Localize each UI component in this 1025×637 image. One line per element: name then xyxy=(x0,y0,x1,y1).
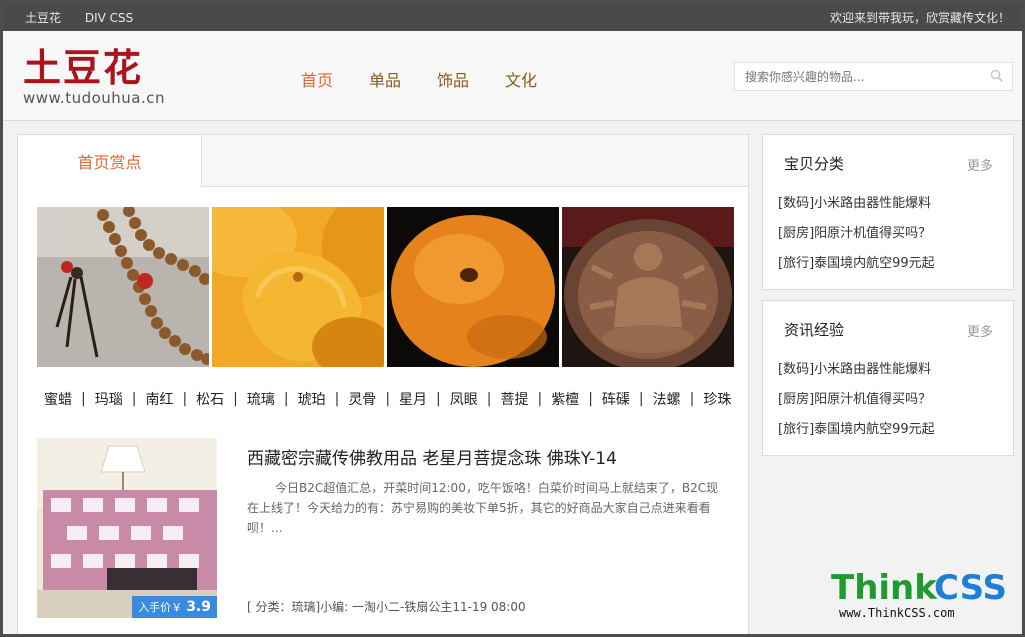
list-item[interactable]: [数码]小米路由器性能爆料 xyxy=(778,355,1013,385)
category-box-title: 宝贝分类 xyxy=(784,155,845,173)
tag-item[interactable]: 南红 xyxy=(145,389,173,409)
news-box-header: 资讯经验 更多 xyxy=(763,301,1013,355)
tag-item[interactable]: 菩提 xyxy=(500,389,528,409)
list-item[interactable]: [数码]小米路由器性能爆料 xyxy=(778,189,1013,219)
news-more-link[interactable]: 更多 xyxy=(967,321,993,340)
main-nav: 首页 单品 饰品 文化 xyxy=(301,67,573,91)
tag-item[interactable]: 蜜蜡 xyxy=(44,389,72,409)
top-links: 土豆花 DIV CSS xyxy=(25,9,153,26)
tag-item[interactable]: 玛瑙 xyxy=(95,389,123,409)
nav-item-culture[interactable]: 文化 xyxy=(505,67,537,91)
orange-bead-image[interactable] xyxy=(387,207,559,367)
tag-item[interactable]: 松石 xyxy=(196,389,224,409)
tag-item[interactable]: 砗磲 xyxy=(602,389,630,409)
tag-separator: | xyxy=(436,391,441,407)
logo-title: 土豆花 xyxy=(23,45,144,90)
nav-item-accessories[interactable]: 饰品 xyxy=(437,67,469,91)
tag-item[interactable]: 珍珠 xyxy=(703,389,731,409)
search-icon[interactable] xyxy=(990,69,1004,83)
header: 土豆花 www.tudouhua.cn 首页 单品 饰品 文化 xyxy=(3,31,1022,121)
nav-item-home[interactable]: 首页 xyxy=(301,67,333,91)
tab-home-highlights[interactable]: 首页赏点 xyxy=(18,135,202,188)
tag-separator: | xyxy=(233,391,238,407)
list-item[interactable]: [厨房]阳原汁机值得买吗？ xyxy=(778,219,1013,249)
list-item[interactable]: [厨房]阳原汁机值得买吗？ xyxy=(778,385,1013,415)
tag-separator: | xyxy=(131,391,137,407)
tag-separator: | xyxy=(283,391,289,407)
logo-url: www.tudouhua.cn xyxy=(23,89,166,107)
tag-item[interactable]: 灵骨 xyxy=(348,389,376,409)
watermark-css: CSS xyxy=(934,568,1007,608)
search-box xyxy=(734,62,1013,91)
tag-separator: | xyxy=(81,391,86,407)
tag-item[interactable]: 琥珀 xyxy=(298,389,326,409)
tag-separator: | xyxy=(334,391,340,407)
article-title[interactable]: 西藏密宗藏传佛教用品 老星月菩提念珠 佛珠Y-14 xyxy=(247,444,617,469)
tag-item[interactable]: 紫檀 xyxy=(551,389,579,409)
tag-separator: | xyxy=(588,391,593,407)
watermark-url: www.ThinkCSS.com xyxy=(839,606,955,620)
thinkcss-watermark-logo: Think CSS www.ThinkCSS.com xyxy=(831,568,1007,620)
news-box: 资讯经验 更多 [数码]小米路由器性能爆料 [厨房]阳原汁机值得买吗？ [旅行]… xyxy=(762,300,1014,456)
price-badge: 入手价￥ 3.9 xyxy=(132,596,217,618)
welcome-text: 欢迎来到带我玩，欣赏藏传文化！ xyxy=(829,10,1010,25)
image-gallery xyxy=(37,207,734,367)
tag-separator: | xyxy=(486,391,492,407)
page-frame: 土豆花 DIV CSS 欢迎来到带我玩，欣赏藏传文化！ 土豆花 www.tudo… xyxy=(0,0,1025,637)
tag-separator: | xyxy=(638,391,644,407)
site-logo[interactable]: 土豆花 www.tudouhua.cn xyxy=(23,45,166,108)
watermark-think: Think xyxy=(831,568,938,608)
article-thumbnail[interactable]: 入手价￥ 3.9 xyxy=(37,438,217,618)
main-panel: 首页赏点 蜜蜡 | 玛瑙 | 南红 | 松石 | 琉璃 | 琥珀 | 灵骨 | … xyxy=(17,134,749,634)
tag-list: 蜜蜡 | 玛瑙 | 南红 | 松石 | 琉璃 | 琥珀 | 灵骨 | 星月 | 凤眼 | 菩提 | … xyxy=(44,389,731,409)
article-meta: [ 分类：琉璃]小编: 一淘小二-铁扇公主11-19 08:00 xyxy=(247,600,526,614)
tag-item[interactable]: 星月 xyxy=(399,389,427,409)
top-bar: 土豆花 DIV CSS 欢迎来到带我玩，欣赏藏传文化！ xyxy=(3,3,1022,31)
top-link-home[interactable]: 土豆花 xyxy=(25,11,61,25)
tag-separator: | xyxy=(537,391,543,407)
article-item: 入手价￥ 3.9 西藏密宗藏传佛教用品 老星月菩提念珠 佛珠Y-14 今日B2C超… xyxy=(37,438,737,618)
list-item[interactable]: [旅行]泰国境内航空99元起 xyxy=(778,249,1013,279)
nav-item-products[interactable]: 单品 xyxy=(369,67,401,91)
beads-mala-image[interactable] xyxy=(37,207,209,367)
category-box-header: 宝贝分类 更多 xyxy=(763,135,1013,189)
tag-separator: | xyxy=(385,391,391,407)
buddha-carving-image[interactable] xyxy=(562,207,734,367)
top-link-divcss[interactable]: DIV CSS xyxy=(85,11,133,25)
tag-separator: | xyxy=(689,391,695,407)
category-list: [数码]小米路由器性能爆料 [厨房]阳原汁机值得买吗？ [旅行]泰国境内航空99… xyxy=(763,189,1013,279)
price-label: 入手价￥ xyxy=(138,601,183,614)
tag-item[interactable]: 法螺 xyxy=(653,389,681,409)
category-box: 宝贝分类 更多 [数码]小米路由器性能爆料 [厨房]阳原汁机值得买吗？ [旅行]… xyxy=(762,134,1014,290)
tag-item[interactable]: 琉璃 xyxy=(247,389,275,409)
list-item[interactable]: [旅行]泰国境内航空99元起 xyxy=(778,415,1013,445)
category-more-link[interactable]: 更多 xyxy=(967,155,993,174)
price-value: 3.9 xyxy=(186,599,211,615)
amber-pendant-image[interactable] xyxy=(212,207,384,367)
news-box-title: 资讯经验 xyxy=(784,321,845,339)
tab-bar: 首页赏点 xyxy=(18,135,748,188)
search-input[interactable] xyxy=(735,63,975,90)
news-list: [数码]小米路由器性能爆料 [厨房]阳原汁机值得买吗？ [旅行]泰国境内航空99… xyxy=(763,355,1013,445)
tag-item[interactable]: 凤眼 xyxy=(450,389,478,409)
tag-separator: | xyxy=(182,391,188,407)
article-description: 今日B2C超值汇总，开菜时间12:00，吃午饭咯！白菜价时间马上就结束了，B2C… xyxy=(247,481,719,535)
